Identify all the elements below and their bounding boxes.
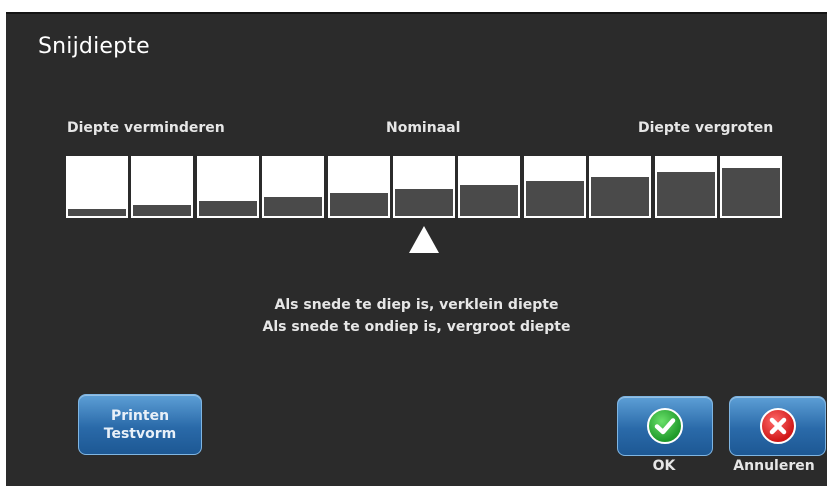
depth-level-9[interactable] <box>589 156 651 218</box>
x-icon <box>759 408 796 444</box>
decrease-depth-label: Diepte verminderen <box>67 120 225 136</box>
cut-depth-dialog: Snijdiepte Diepte verminderen Nominaal D… <box>6 12 827 486</box>
depth-level-fill <box>133 205 191 216</box>
depth-level-7[interactable] <box>458 156 520 218</box>
hint-too-shallow: Als snede te ondiep is, vergroot diepte <box>262 319 571 335</box>
depth-level-fill <box>526 181 584 216</box>
ok-button[interactable] <box>617 396 713 456</box>
print-test-label-line2: Testvorm <box>103 425 177 442</box>
depth-level-selector[interactable] <box>66 156 786 218</box>
depth-level-fill <box>722 168 780 216</box>
dialog-title: Snijdiepte <box>38 34 150 59</box>
depth-level-6[interactable] <box>393 156 455 218</box>
depth-level-fill <box>395 189 453 216</box>
increase-depth-label: Diepte vergroten <box>638 120 774 136</box>
cancel-label: Annuleren <box>733 458 815 474</box>
depth-level-fill <box>264 197 322 216</box>
depth-level-fill <box>330 193 388 216</box>
depth-level-fill <box>199 201 257 216</box>
ok-label: OK <box>652 458 676 474</box>
depth-level-4[interactable] <box>262 156 324 218</box>
depth-level-5[interactable] <box>328 156 390 218</box>
depth-level-8[interactable] <box>524 156 586 218</box>
print-test-label-line1: Printen <box>110 407 170 424</box>
depth-level-3[interactable] <box>197 156 259 218</box>
nominal-label: Nominaal <box>386 120 461 136</box>
depth-level-fill <box>68 209 126 216</box>
depth-level-11[interactable] <box>720 156 782 218</box>
depth-level-2[interactable] <box>131 156 193 218</box>
depth-level-1[interactable] <box>66 156 128 218</box>
hint-too-deep: Als snede te diep is, verklein diepte <box>274 297 559 313</box>
depth-level-fill <box>591 177 649 216</box>
selected-level-triangle-up-icon <box>409 226 439 253</box>
depth-level-10[interactable] <box>655 156 717 218</box>
print-test-pattern-button[interactable]: Printen Testvorm <box>78 394 202 455</box>
check-icon <box>647 408 683 444</box>
depth-level-fill <box>657 172 715 216</box>
depth-level-fill <box>460 185 518 216</box>
cancel-button[interactable] <box>729 396 826 456</box>
